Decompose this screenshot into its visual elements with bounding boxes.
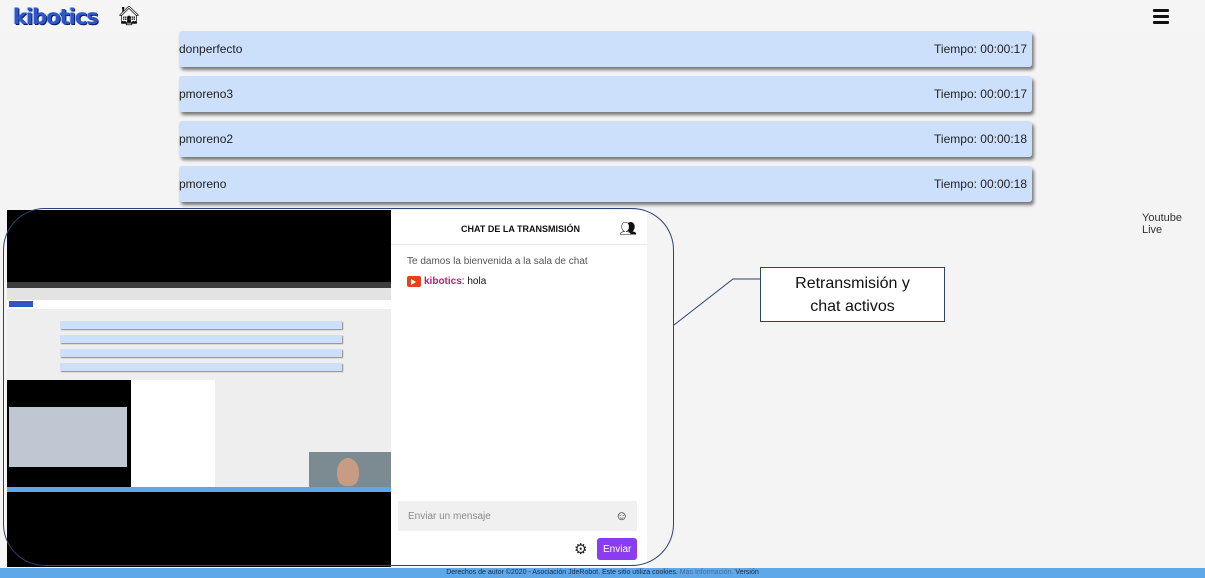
annotation-line-1: Retransmisión y xyxy=(795,275,910,292)
footer: Derechos de autor ©2020 - Asociación Jde… xyxy=(0,568,1205,578)
footer-text: Derechos de autor ©2020 - Asociación Jde… xyxy=(446,569,678,576)
annotation-callout: Retransmisión y chat activos xyxy=(760,267,945,322)
annotation-line-2: chat activos xyxy=(810,298,895,315)
version-link[interactable]: Versión xyxy=(735,569,758,576)
annotation-pointer-line xyxy=(673,278,760,326)
more-info-link[interactable]: Más Información. xyxy=(680,569,734,576)
